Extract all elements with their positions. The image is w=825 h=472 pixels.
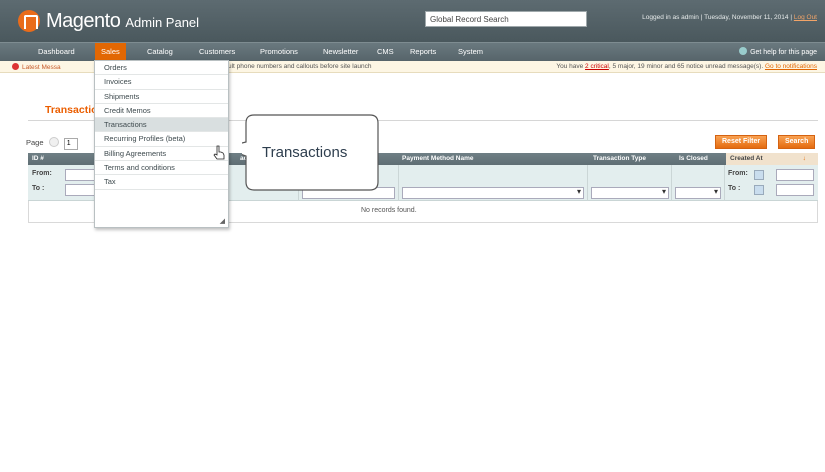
header-date: Tuesday, November 11, 2014 xyxy=(704,14,789,21)
menu-item-tax[interactable]: Tax xyxy=(95,175,228,190)
pager: Page xyxy=(26,137,78,150)
id-from-input[interactable] xyxy=(65,169,95,181)
latest-message: Latest Messa xyxy=(12,63,61,71)
col-header-id[interactable]: ID # xyxy=(32,155,44,162)
logo-subtitle: Admin Panel xyxy=(125,15,200,30)
menu-item-credit-memos[interactable]: Credit Memos xyxy=(95,104,228,119)
nav-catalog[interactable]: Catalog xyxy=(147,47,173,56)
col-header-created-at[interactable]: Created At ↓ xyxy=(726,153,818,165)
nav-reports[interactable]: Reports xyxy=(410,47,436,56)
payment-method-filter-select[interactable] xyxy=(402,187,584,199)
magento-logo[interactable]: Magento Admin Panel xyxy=(18,8,199,34)
nav-newsletter[interactable]: Newsletter xyxy=(323,47,358,56)
calendar-icon[interactable] xyxy=(754,185,764,195)
sales-dropdown-menu: Orders Invoices Shipments Credit Memos T… xyxy=(94,60,229,228)
submenu-arrow-icon: ◢ xyxy=(219,218,225,225)
from-label: From: xyxy=(32,170,52,177)
menu-item-terms-and-conditions[interactable]: Terms and conditions xyxy=(95,161,228,176)
created-to-label: To : xyxy=(728,185,741,192)
page-label: Page xyxy=(26,138,44,147)
critical-count-link[interactable]: 2 critical xyxy=(585,63,609,70)
column-divider xyxy=(398,165,399,201)
menu-item-billing-agreements[interactable]: Billing Agreements xyxy=(95,147,228,162)
nav-promotions[interactable]: Promotions xyxy=(260,47,298,56)
logo-word: Magento xyxy=(46,9,121,32)
help-icon xyxy=(739,47,748,55)
help-label: Get help for this page xyxy=(750,49,817,56)
page-number-input[interactable] xyxy=(63,137,78,150)
search-button[interactable]: Search xyxy=(778,135,816,149)
admin-header: Magento Admin Panel Logged in as admin |… xyxy=(0,0,825,42)
help-link[interactable]: Get help for this page xyxy=(739,47,817,56)
menu-item-invoices[interactable]: Invoices xyxy=(95,75,228,90)
notif-prefix: You have xyxy=(556,63,586,70)
prev-page-icon[interactable] xyxy=(48,137,59,147)
col-header-payment-method[interactable]: Payment Method Name xyxy=(402,155,474,162)
header-separator: | xyxy=(700,14,703,21)
go-to-notifications-link[interactable]: Go to notifications xyxy=(765,63,817,70)
created-at-label: Created At xyxy=(730,155,763,162)
menu-item-orders[interactable]: Orders xyxy=(95,61,228,76)
to-label: To : xyxy=(32,185,45,192)
global-record-search-input[interactable] xyxy=(425,11,587,27)
nav-dashboard[interactable]: Dashboard xyxy=(38,47,75,56)
logged-in-text: Logged in as admin xyxy=(642,14,699,21)
created-from-label: From: xyxy=(728,170,748,177)
nav-cms[interactable]: CMS xyxy=(377,47,394,56)
created-to-input[interactable] xyxy=(776,184,814,196)
column-divider xyxy=(724,165,725,201)
column-divider xyxy=(587,165,588,201)
hand-cursor-icon xyxy=(213,145,225,160)
no-records-text: No records found. xyxy=(361,207,417,214)
nav-customers[interactable]: Customers xyxy=(199,47,235,56)
notif-counts: , 5 major, 19 minor and 65 notice unread… xyxy=(608,63,765,70)
notifications-summary: You have 2 critical, 5 major, 19 minor a… xyxy=(556,63,817,70)
col-header-is-closed[interactable]: Is Closed xyxy=(679,155,708,162)
menu-item-shipments[interactable]: Shipments xyxy=(95,90,228,104)
header-separator: | xyxy=(790,14,793,21)
latest-message-text: ult phone numbers and callouts before si… xyxy=(228,63,372,70)
magento-logo-icon xyxy=(18,10,40,32)
menu-item-recurring-profiles[interactable]: Recurring Profiles (beta) xyxy=(95,132,228,147)
reset-filter-button[interactable]: Reset Filter xyxy=(715,135,768,149)
created-from-input[interactable] xyxy=(776,169,814,181)
id-to-input[interactable] xyxy=(65,184,95,196)
header-user-info: Logged in as admin | Tuesday, November 1… xyxy=(642,14,817,21)
col-header-transaction-type[interactable]: Transaction Type xyxy=(593,155,646,162)
sort-arrow-icon: ↓ xyxy=(802,155,806,162)
transaction-type-filter-select[interactable] xyxy=(591,187,669,199)
nav-system[interactable]: System xyxy=(458,47,483,56)
is-closed-filter-select[interactable] xyxy=(675,187,721,199)
logout-link[interactable]: Log Out xyxy=(794,14,817,21)
menu-item-transactions[interactable]: Transactions xyxy=(95,118,228,133)
warning-icon xyxy=(12,63,19,70)
page-title: Transactio xyxy=(45,104,98,116)
callout-text: Transactions xyxy=(262,144,348,161)
calendar-icon[interactable] xyxy=(754,170,764,180)
main-nav: Dashboard Sales Catalog Customers Promot… xyxy=(0,42,825,62)
latest-message-label: Latest Messa xyxy=(22,64,61,71)
column-divider xyxy=(671,165,672,201)
